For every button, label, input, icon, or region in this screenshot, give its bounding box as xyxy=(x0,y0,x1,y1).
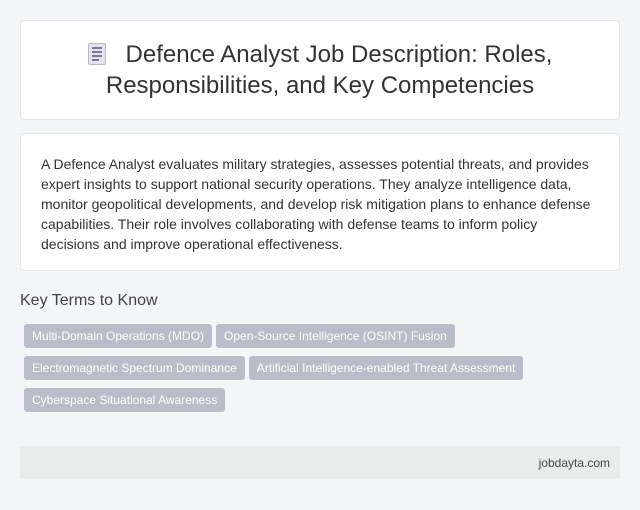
key-term-tag[interactable]: Electromagnetic Spectrum Dominance xyxy=(24,356,245,380)
summary-card: A Defence Analyst evaluates military str… xyxy=(20,133,620,271)
page-title: Defence Analyst Job Description: Roles, … xyxy=(21,39,619,101)
key-terms-heading: Key Terms to Know xyxy=(20,292,158,309)
page: Defence Analyst Job Description: Roles, … xyxy=(0,0,640,510)
document-icon xyxy=(87,43,106,65)
key-term-tag[interactable]: Multi-Domain Operations (MDO) xyxy=(24,324,213,348)
page-title-text: Defence Analyst Job Description: Roles, … xyxy=(105,41,553,99)
key-term-tag[interactable]: Cyberspace Situational Awareness xyxy=(24,388,226,412)
footer: jobdayta.com xyxy=(20,446,620,479)
key-term-tag[interactable]: Open-Source Intelligence (OSINT) Fusion xyxy=(216,324,455,348)
key-term-tag[interactable]: Artificial Intelligence-enabled Threat A… xyxy=(248,356,524,380)
title-card: Defence Analyst Job Description: Roles, … xyxy=(20,20,620,120)
footer-site-link[interactable]: jobdayta.com xyxy=(539,456,610,470)
key-terms-list: Multi-Domain Operations (MDO) Open-Sourc… xyxy=(20,324,620,420)
summary-text: A Defence Analyst evaluates military str… xyxy=(41,156,591,252)
